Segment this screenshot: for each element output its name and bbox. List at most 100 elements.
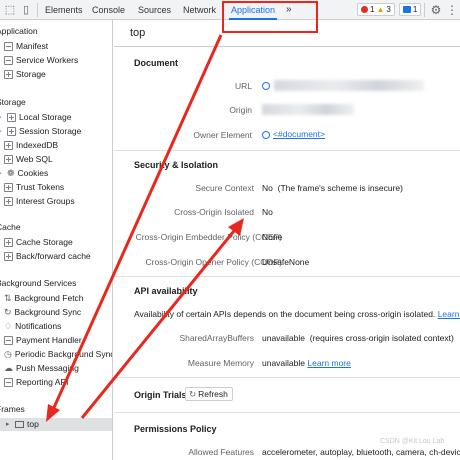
inspect-element-icon[interactable]: ⬚ [2, 2, 18, 18]
tab-network[interactable]: Network [183, 0, 216, 20]
sidebar-item-notifications[interactable]: ♢ Notifications [4, 320, 61, 333]
error-badge[interactable]: 1 ▲ 3 [357, 3, 395, 16]
database-icon [4, 252, 13, 261]
cross-origin-isolated-value: No [262, 207, 273, 217]
watermark: CSDN @Kit Lou Lab [380, 438, 445, 445]
error-icon [361, 6, 368, 13]
device-toolbar-icon[interactable]: ▯ [18, 2, 34, 18]
permissions-policy-title: Permissions Policy [134, 424, 217, 434]
section-background-services: Background Services [0, 278, 77, 288]
sidebar-item-service-workers[interactable]: Service Workers [4, 54, 78, 67]
sidebar-item-frame-top[interactable]: ▸ top [0, 418, 112, 431]
more-tabs-button[interactable]: » [286, 0, 292, 20]
sidebar-item-push-messaging[interactable]: ☁ Push Messaging [4, 362, 79, 375]
application-sidebar: Application Manifest Service Workers Sto… [0, 20, 113, 460]
card-icon [4, 336, 13, 345]
sidebar-item-local-storage[interactable]: ▸Local Storage [0, 111, 71, 124]
refresh-button[interactable]: ↻ Refresh [185, 387, 233, 401]
secure-context-label: Secure Context [195, 183, 254, 193]
issue-badges[interactable]: 1 ▲ 3 1 [357, 3, 422, 17]
url-label: URL [234, 81, 252, 91]
tab-elements[interactable]: Elements [45, 0, 83, 20]
page-title: top [130, 27, 146, 39]
measure-memory-label: Measure Memory [187, 358, 254, 368]
frame-details-panel: top Document URL Origin Owner Element <#… [114, 20, 460, 460]
message-icon [402, 6, 411, 13]
tab-sources[interactable]: Sources [138, 0, 171, 20]
sidebar-item-background-fetch[interactable]: ⇅ Background Fetch [4, 292, 84, 305]
toolbar-divider [424, 3, 425, 17]
sidebar-item-cache-storage[interactable]: Cache Storage [4, 236, 73, 249]
document-section-title: Document [134, 58, 179, 68]
divider [114, 377, 460, 378]
coop-value: UnsafeNone [262, 257, 310, 267]
sidebar-item-periodic-background-sync[interactable]: ◷ Periodic Background Sync [4, 348, 112, 361]
sidebar-item-payment-handler[interactable]: Payment Handler [4, 334, 82, 347]
owner-element-value[interactable]: <#document> [262, 129, 325, 139]
file-icon [4, 378, 13, 387]
globe-icon [262, 81, 270, 90]
sidebar-item-web-sql[interactable]: Web SQL [4, 153, 53, 166]
divider [114, 412, 460, 413]
sidebar-item-interest-groups[interactable]: Interest Groups [4, 195, 75, 208]
gear-icon[interactable]: ⚙ [428, 2, 444, 18]
divider [114, 276, 460, 277]
database-icon [4, 197, 13, 206]
measure-memory-learn-more-link[interactable]: Learn more [307, 358, 350, 368]
sidebar-item-indexeddb[interactable]: IndexedDB [4, 139, 58, 152]
sidebar-item-background-sync[interactable]: ↻ Background Sync [4, 306, 81, 319]
sidebar-item-back-forward-cache[interactable]: Back/forward cache [4, 250, 91, 263]
section-cache: Cache [0, 222, 21, 232]
measure-memory-value: unavailable Learn more [262, 358, 351, 368]
cookie-icon: ❁ [7, 168, 15, 178]
chevron-right-icon[interactable]: ▸ [6, 418, 12, 431]
coep-label: Cross-Origin Embedder Policy (COEP) [135, 232, 282, 242]
toolbar-divider [37, 3, 38, 17]
file-icon [4, 42, 13, 51]
learn-more-link[interactable]: Learn more [438, 309, 460, 319]
url-value[interactable] [262, 80, 270, 90]
database-icon [4, 183, 13, 192]
sidebar-item-session-storage[interactable]: ▸Session Storage [0, 125, 81, 138]
api-description: Availability of certain APIs depends on … [134, 309, 460, 319]
database-icon [4, 141, 13, 150]
chevron-right-icon[interactable]: ▸ [0, 111, 4, 124]
shared-array-buffers-label: SharedArrayBuffers [179, 333, 255, 343]
origin-label: Origin [229, 105, 252, 115]
chevron-right-icon[interactable]: ▸ [0, 167, 4, 180]
allowed-features-label: Allowed Features [188, 447, 254, 457]
owner-element-label: Owner Element [193, 130, 252, 140]
divider [114, 150, 460, 151]
gear-file-icon [4, 56, 13, 65]
sidebar-item-trust-tokens[interactable]: Trust Tokens [4, 181, 64, 194]
swap-arrows-icon: ⇅ [4, 293, 12, 303]
reveal-node-icon [262, 130, 270, 139]
sidebar-item-manifest[interactable]: Manifest [4, 40, 48, 53]
grid-icon [7, 127, 16, 136]
refresh-icon: ↻ [189, 389, 197, 399]
section-storage: Storage [0, 97, 26, 107]
frame-header: top [114, 20, 460, 47]
origin-redacted [262, 104, 354, 115]
devtools-tab-bar: ⬚ ▯ Elements Console Sources Network App… [0, 0, 460, 20]
clock-icon: ◷ [4, 349, 12, 359]
cloud-icon: ☁ [4, 363, 13, 373]
database-icon [4, 155, 13, 164]
tab-console[interactable]: Console [92, 0, 125, 20]
allowed-features-value: accelerometer, autoplay, bluetooth, came… [262, 447, 460, 457]
section-application: Application [0, 26, 38, 36]
kebab-menu-icon[interactable]: ⋮ [444, 2, 460, 18]
coep-value: None [262, 232, 283, 242]
bell-icon: ♢ [4, 321, 13, 331]
grid-icon [7, 113, 16, 122]
shared-array-buffers-value: unavailable (requires cross-origin isola… [262, 333, 454, 343]
sidebar-item-cookies[interactable]: ▸❁Cookies [0, 167, 48, 180]
sidebar-item-reporting-api[interactable]: Reporting API [4, 376, 68, 389]
messages-badge[interactable]: 1 [398, 3, 422, 16]
tab-application[interactable]: Application [229, 0, 278, 20]
database-icon [4, 70, 13, 79]
chevron-right-icon[interactable]: ▸ [0, 125, 4, 138]
url-redacted [274, 80, 424, 91]
sidebar-item-storage[interactable]: Storage [4, 68, 46, 81]
frame-icon [15, 421, 24, 428]
